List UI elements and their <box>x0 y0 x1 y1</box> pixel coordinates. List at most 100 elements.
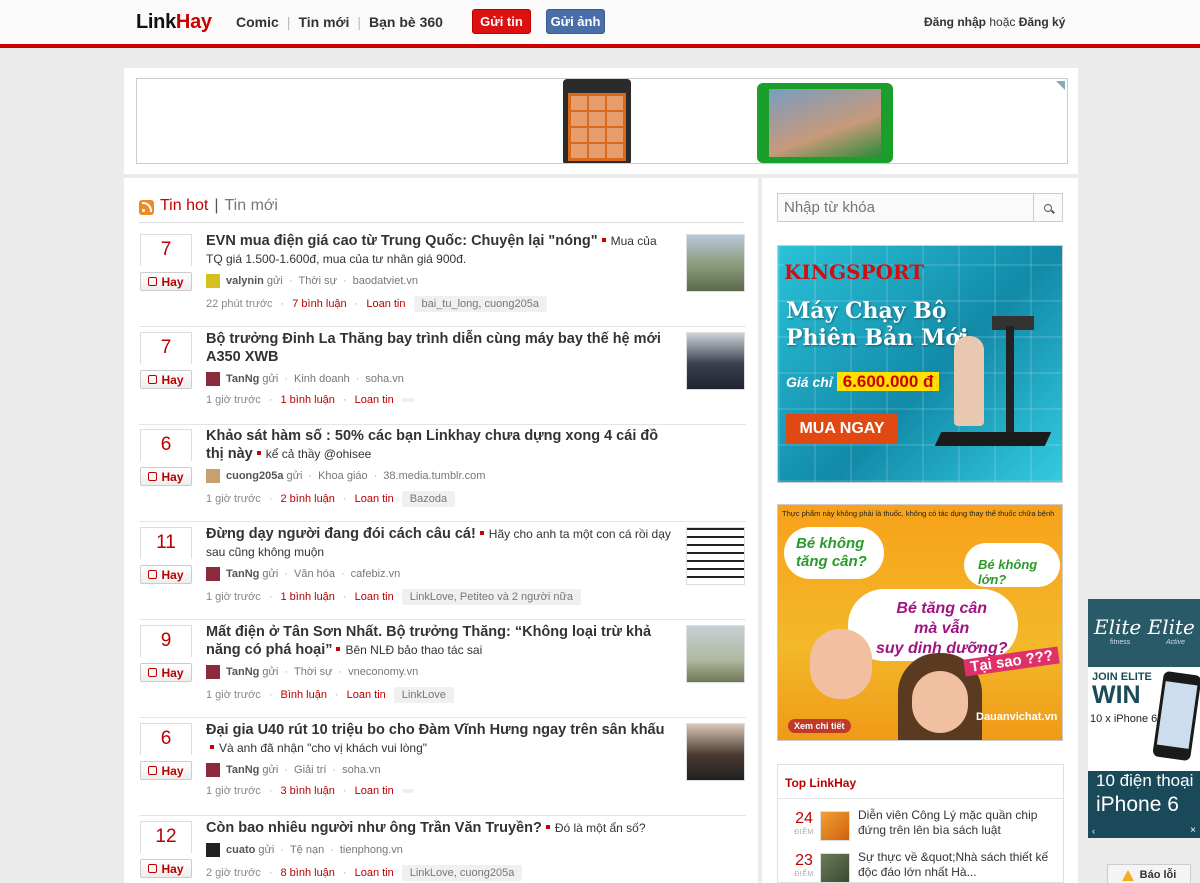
vote-hay-button[interactable]: Hay <box>140 761 192 780</box>
elite-prev-icon[interactable]: ‹ <box>1092 826 1095 836</box>
top-item-title[interactable]: Sự thực về &quot;Nhà sách thiết kế độc đ… <box>858 850 1068 880</box>
news-comments-link[interactable]: 8 bình luận <box>280 867 334 879</box>
news-spread-link[interactable]: Loan tin <box>366 298 405 310</box>
news-source[interactable]: vneconomy.vn <box>348 666 418 678</box>
news-category[interactable]: Khoa giáo <box>318 470 368 482</box>
sidebar: KINGSPORT Máy Chạy BộPhiên Bản Mới Giá c… <box>762 178 1078 883</box>
adchoices-icon[interactable] <box>1056 81 1065 90</box>
ad-buy-now-button[interactable]: MUA NGAY <box>786 414 898 444</box>
avatar[interactable] <box>206 372 220 386</box>
avatar[interactable] <box>206 469 220 483</box>
news-user[interactable]: TanNg <box>226 764 259 776</box>
news-content: Còn bao nhiêu người như ông Trần Văn Tru… <box>206 819 671 881</box>
news-tags[interactable]: LinkLove, cuong205a <box>401 865 523 881</box>
news-source[interactable]: baodatviet.vn <box>353 275 418 287</box>
news-title[interactable]: Đại gia U40 rút 10 triệu bo cho Đàm Vĩnh… <box>206 722 664 738</box>
news-user[interactable]: TanNg <box>226 373 259 385</box>
news-user[interactable]: valynin <box>226 275 264 287</box>
news-spread-link[interactable]: Loan tin <box>355 493 394 505</box>
top-item-thumbnail[interactable] <box>820 811 850 841</box>
top-item-title[interactable]: Diễn viên Công Lý mặc quần chip đứng trê… <box>858 808 1068 838</box>
news-title[interactable]: Bộ trưởng Đinh La Thăng bay trình diễn c… <box>206 331 661 365</box>
news-category[interactable]: Thời sự <box>294 666 332 678</box>
news-user[interactable]: TanNg <box>226 568 259 580</box>
report-error-button[interactable]: Báo lỗi <box>1107 864 1191 883</box>
search-button[interactable] <box>1033 194 1062 221</box>
site-logo[interactable]: LinkHay <box>136 11 212 34</box>
vote-hay-button[interactable]: Hay <box>140 370 192 389</box>
news-spread-link[interactable]: Loan tin <box>347 689 386 701</box>
news-comments-link[interactable]: 7 bình luận <box>292 298 346 310</box>
vote-hay-button[interactable]: Hay <box>140 565 192 584</box>
avatar[interactable] <box>206 274 220 288</box>
news-thumbnail[interactable] <box>686 234 745 292</box>
top-banner-ad[interactable] <box>136 78 1068 164</box>
news-user[interactable]: cuato <box>226 844 255 856</box>
top-linkhay-title[interactable]: Top LinkHay <box>785 776 856 790</box>
news-source[interactable]: 38.media.tumblr.com <box>383 470 485 482</box>
avatar[interactable] <box>206 567 220 581</box>
news-source[interactable]: soha.vn <box>365 373 404 385</box>
news-source[interactable]: cafebiz.vn <box>351 568 401 580</box>
news-title[interactable]: Còn bao nhiêu người như ông Trần Văn Tru… <box>206 820 542 836</box>
search-input[interactable] <box>778 194 1034 221</box>
kingsport-ad[interactable]: KINGSPORT Máy Chạy Bộ Phiên Bản Mới Giá c… <box>777 245 1063 483</box>
news-thumbnail[interactable] <box>686 723 745 781</box>
tab-tin-moi[interactable]: Tin mới <box>224 197 277 215</box>
avatar[interactable] <box>206 763 220 777</box>
vote-hay-button[interactable]: Hay <box>140 859 192 878</box>
news-category[interactable]: Giải trí <box>294 764 326 776</box>
news-spread-link[interactable]: Loan tin <box>355 394 394 406</box>
news-source[interactable]: tienphong.vn <box>340 844 403 856</box>
news-tags[interactable]: LinkLove, Petiteo và 2 người nữa <box>401 589 581 605</box>
news-comments-link[interactable]: Bình luận <box>280 689 326 701</box>
news-comments-link[interactable]: 1 bình luận <box>280 394 334 406</box>
news-tags[interactable]: Bazoda <box>401 491 456 507</box>
login-link[interactable]: Đăng nhập <box>924 15 986 29</box>
logo-link-text: Link <box>136 11 176 33</box>
news-title[interactable]: EVN mua điện giá cao từ Trung Quốc: Chuy… <box>206 233 598 249</box>
vote-hay-button[interactable]: Hay <box>140 663 192 682</box>
news-spread-link[interactable]: Loan tin <box>355 867 394 879</box>
elite-close-icon[interactable]: × <box>1190 825 1196 836</box>
news-comments-link[interactable]: 3 bình luận <box>280 785 334 797</box>
news-thumbnail[interactable] <box>686 332 745 390</box>
top-item-thumbnail[interactable] <box>820 853 850 883</box>
nav-ban-be-360[interactable]: Bạn bè 360 <box>369 14 443 30</box>
news-user[interactable]: TanNg <box>226 666 259 678</box>
tab-tin-hot[interactable]: Tin hot <box>160 197 208 215</box>
vote-hay-button[interactable]: Hay <box>140 467 192 486</box>
treadmill-image <box>928 316 1052 456</box>
news-comments-link[interactable]: 2 bình luận <box>280 493 334 505</box>
vote-hay-label: Hay <box>161 665 184 680</box>
top-item[interactable]: 24 ĐIỂM Diễn viên Công Lý mặc quần chip … <box>786 808 1061 844</box>
news-comments-link[interactable]: 1 bình luận <box>280 591 334 603</box>
news-thumbnail[interactable] <box>686 527 745 585</box>
nav-comic[interactable]: Comic <box>236 14 279 30</box>
ad-more-button[interactable]: Xem chi tiết <box>788 719 851 733</box>
news-category[interactable]: Kinh doanh <box>294 373 350 385</box>
avatar[interactable] <box>206 843 220 857</box>
news-spread-link[interactable]: Loan tin <box>355 591 394 603</box>
top-item[interactable]: 23 ĐIỂM Sự thực về &quot;Nhà sách thiết … <box>786 850 1061 883</box>
dauanvichat-ad[interactable]: Thực phẩm này không phải là thuốc, không… <box>777 504 1063 741</box>
vote-hay-button[interactable]: Hay <box>140 272 192 291</box>
news-user[interactable]: cuong205a <box>226 470 283 482</box>
avatar[interactable] <box>206 665 220 679</box>
nav-tin-moi[interactable]: Tin mới <box>298 14 349 30</box>
submit-photo-button[interactable]: Gửi ảnh <box>546 9 605 34</box>
news-tags[interactable]: LinkLove <box>393 687 454 703</box>
submit-news-button[interactable]: Gửi tin <box>472 9 531 34</box>
news-category[interactable]: Tệ nạn <box>290 844 324 856</box>
news-tags[interactable]: bai_tu_long, cuong205a <box>413 296 547 312</box>
rss-icon[interactable] <box>139 200 154 215</box>
news-source[interactable]: soha.vn <box>342 764 381 776</box>
news-thumbnail[interactable] <box>686 625 745 683</box>
news-meta: TanNg gửi · Giải trí · soha.vn <box>206 763 671 777</box>
elite-fitness-ad[interactable]: Elite Elite fitness Active JOIN ELITE WI… <box>1088 599 1200 838</box>
news-category[interactable]: Văn hóa <box>294 568 335 580</box>
register-link[interactable]: Đăng ký <box>1019 15 1066 29</box>
news-category[interactable]: Thời sự <box>299 275 337 287</box>
news-title[interactable]: Đừng dạy người đang đói cách câu cá! <box>206 526 476 542</box>
news-spread-link[interactable]: Loan tin <box>355 785 394 797</box>
